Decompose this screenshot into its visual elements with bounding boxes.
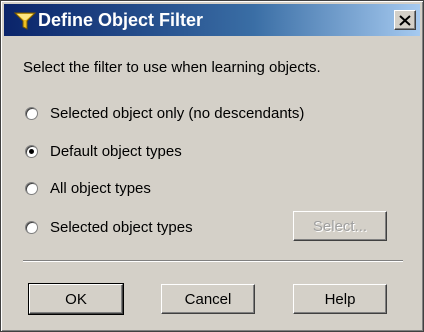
radio-option-selected-types[interactable]: Selected object types — [25, 216, 193, 238]
radio-button[interactable] — [25, 144, 38, 158]
help-button[interactable]: Help — [293, 284, 387, 314]
radio-option-selected-only[interactable]: Selected object only (no descendants) — [25, 102, 304, 124]
cancel-button[interactable]: Cancel — [161, 284, 255, 314]
close-icon — [399, 14, 411, 26]
radio-label: All object types — [50, 179, 151, 197]
funnel-filter-icon — [14, 12, 36, 30]
instruction-text: Select the filter to use when learning o… — [23, 59, 321, 76]
radio-button[interactable] — [25, 181, 38, 195]
radio-label: Default object types — [50, 142, 182, 160]
radio-option-default-types[interactable]: Default object types — [25, 140, 182, 162]
radio-label: Selected object only (no descendants) — [50, 104, 305, 122]
radio-button[interactable] — [25, 106, 38, 120]
radio-button[interactable] — [25, 220, 38, 234]
radio-option-all-types[interactable]: All object types — [25, 177, 151, 199]
dialog-title: Define Object Filter — [38, 10, 204, 30]
define-object-filter-dialog: Define Object Filter Select the filter t… — [0, 0, 424, 332]
title-bar[interactable]: Define Object Filter — [4, 4, 420, 36]
select-button[interactable]: Select... — [293, 211, 387, 241]
separator — [23, 260, 403, 262]
ok-button[interactable]: OK — [28, 283, 124, 315]
radio-label: Selected object types — [50, 218, 193, 236]
close-button[interactable] — [394, 10, 416, 30]
